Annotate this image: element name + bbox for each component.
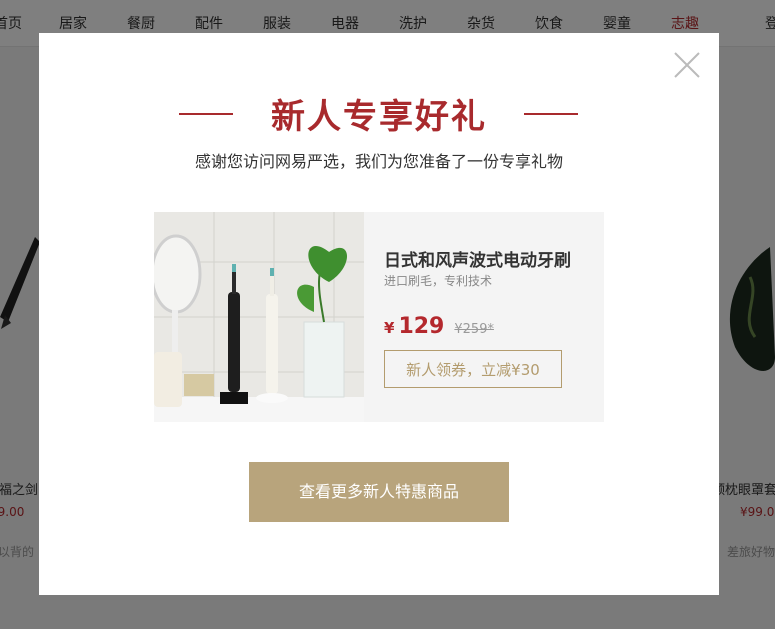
title-block: 新人专享好礼 xyxy=(39,97,719,137)
product-image[interactable] xyxy=(154,212,364,422)
modal-subtitle: 感谢您访问网易严选，我们为您准备了一份专享礼物 xyxy=(194,152,563,171)
product-desc: 进口刷毛，专利技术 xyxy=(384,274,493,288)
gift-product-card[interactable]: 日式和风声波式电动牙刷 进口刷毛，专利技术 ¥129 ¥259* 新人领券，立减¥… xyxy=(154,212,604,422)
original-price: ¥259* xyxy=(454,322,494,337)
close-button[interactable] xyxy=(673,51,701,79)
product-name[interactable]: 日式和风声波式电动牙刷 xyxy=(384,246,571,271)
view-more-button[interactable]: 查看更多新人特惠商品 xyxy=(249,462,509,522)
product-price: 129 xyxy=(398,314,445,339)
new-user-gift-modal: 新人专享好礼 感谢您访问网易严选，我们为您准备了一份专享礼物 日式和风声波式电动… xyxy=(39,33,719,595)
price-currency: ¥ xyxy=(384,319,395,337)
title-left-line xyxy=(179,113,233,115)
close-icon xyxy=(674,52,700,78)
coupon-button[interactable]: 新人领券，立减¥30 xyxy=(384,350,562,388)
price-row: ¥129 ¥259* xyxy=(384,314,494,339)
modal-title: 新人专享好礼 xyxy=(271,97,487,137)
title-right-line xyxy=(524,113,578,115)
